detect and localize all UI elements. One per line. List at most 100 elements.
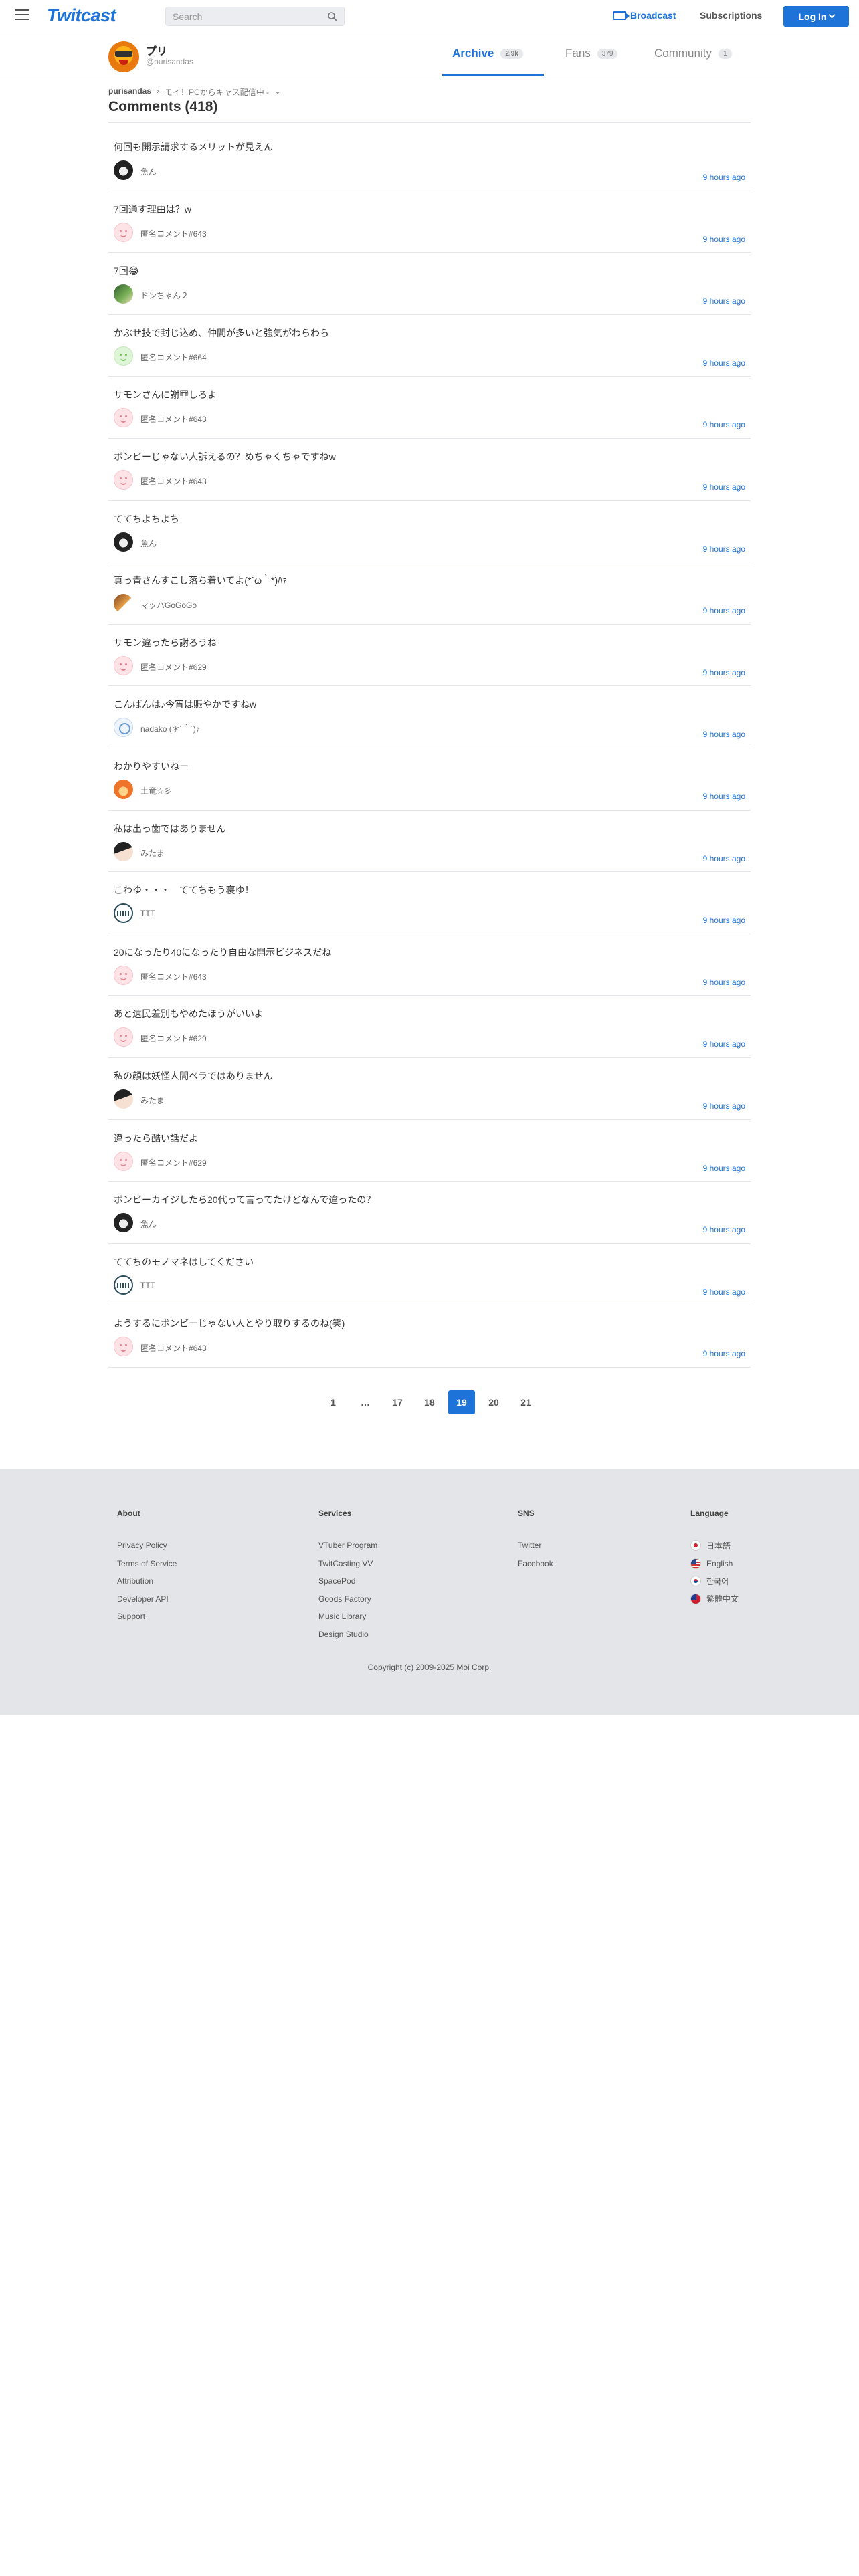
search-input[interactable]	[166, 7, 320, 25]
commenter-avatar[interactable]	[114, 1213, 133, 1233]
commenter-avatar[interactable]	[114, 903, 133, 924]
tab-archive[interactable]: Archive 2.9k	[452, 47, 523, 60]
page-link-20[interactable]: 20	[480, 1390, 507, 1414]
comment-timestamp[interactable]: 9 hours ago	[703, 420, 745, 429]
footer-link[interactable]: Goods Factory	[318, 1590, 377, 1608]
flag-us-icon	[690, 1558, 701, 1569]
twitcast-logo[interactable]: Twitcast	[47, 5, 116, 26]
commenter-avatar[interactable]	[114, 160, 133, 180]
login-button[interactable]: Log In	[783, 6, 849, 27]
commenter-name[interactable]: 匿名コメント#643	[140, 413, 207, 425]
commenter-avatar[interactable]	[114, 1337, 133, 1357]
commenter-name[interactable]: 魚ん	[140, 538, 157, 549]
profile-name[interactable]: プリ	[146, 42, 167, 58]
commenter-avatar[interactable]	[114, 594, 133, 614]
commenter-avatar[interactable]	[114, 346, 133, 366]
commenter-name[interactable]: ドンちゃん２	[140, 290, 189, 301]
commenter-name[interactable]: みたま	[140, 847, 165, 859]
breadcrumb-user[interactable]: purisandas	[108, 86, 151, 98]
comment-timestamp[interactable]: 9 hours ago	[703, 1225, 745, 1235]
page-link-21[interactable]: 21	[512, 1390, 539, 1414]
search-icon[interactable]	[327, 11, 338, 22]
commenter-avatar[interactable]	[114, 408, 133, 428]
commenter-avatar[interactable]	[114, 1089, 133, 1109]
tab-community[interactable]: Community 1	[654, 47, 732, 60]
commenter-name[interactable]: マッハGoGoGo	[140, 599, 197, 611]
commenter-name[interactable]: 魚ん	[140, 1218, 157, 1230]
commenter-name[interactable]: 匿名コメント#643	[140, 475, 207, 487]
language-jp[interactable]: 日本語	[690, 1537, 739, 1555]
comment-timestamp[interactable]: 9 hours ago	[703, 358, 745, 368]
commenter-avatar[interactable]	[114, 655, 133, 675]
page-link-19[interactable]: 19	[448, 1390, 475, 1414]
commenter-name[interactable]: 土竜☆彡	[140, 785, 172, 796]
footer-link[interactable]: Support	[117, 1608, 177, 1626]
page-link-17[interactable]: 17	[384, 1390, 411, 1414]
language-us[interactable]: English	[690, 1555, 739, 1573]
commenter-name[interactable]: 匿名コメント#629	[140, 1157, 207, 1168]
commenter-name[interactable]: 匿名コメント#643	[140, 228, 207, 239]
comment-timestamp[interactable]: 9 hours ago	[703, 173, 745, 182]
comment-timestamp[interactable]: 9 hours ago	[703, 1039, 745, 1049]
footer-link[interactable]: Music Library	[318, 1608, 377, 1626]
commenter-avatar[interactable]	[114, 532, 133, 552]
chevron-down-icon[interactable]: ⌄	[274, 86, 281, 98]
tab-fans[interactable]: Fans 379	[565, 47, 618, 60]
commenter-avatar[interactable]	[114, 469, 133, 490]
comment-timestamp[interactable]: 9 hours ago	[703, 916, 745, 925]
footer-link[interactable]: Attribution	[117, 1572, 177, 1590]
comment-timestamp[interactable]: 9 hours ago	[703, 296, 745, 306]
comment-timestamp[interactable]: 9 hours ago	[703, 544, 745, 554]
comment-timestamp[interactable]: 9 hours ago	[703, 668, 745, 677]
comment-timestamp[interactable]: 9 hours ago	[703, 1101, 745, 1111]
comment-timestamp[interactable]: 9 hours ago	[703, 1287, 745, 1297]
language-kr[interactable]: 한국어	[690, 1572, 739, 1590]
language-tw[interactable]: 繁體中文	[690, 1590, 739, 1608]
comment-timestamp[interactable]: 9 hours ago	[703, 482, 745, 492]
commenter-name[interactable]: 匿名コメント#664	[140, 352, 207, 363]
profile-avatar[interactable]	[108, 41, 139, 72]
footer-link[interactable]: Developer API	[117, 1590, 177, 1608]
comment-timestamp[interactable]: 9 hours ago	[703, 1349, 745, 1358]
commenter-name[interactable]: TTT	[140, 1281, 155, 1290]
commenter-name[interactable]: 匿名コメント#629	[140, 1033, 207, 1044]
commenter-name[interactable]: 匿名コメント#643	[140, 971, 207, 982]
page-link-18[interactable]: 18	[416, 1390, 443, 1414]
footer-link[interactable]: TwitCasting VV	[318, 1555, 377, 1573]
footer-link[interactable]: Facebook	[518, 1555, 553, 1573]
footer-link[interactable]: VTuber Program	[318, 1537, 377, 1555]
comment-timestamp[interactable]: 9 hours ago	[703, 730, 745, 739]
commenter-avatar[interactable]	[114, 284, 133, 304]
commenter-avatar[interactable]	[114, 1027, 133, 1047]
comment-timestamp[interactable]: 9 hours ago	[703, 854, 745, 863]
commenter-name[interactable]: 魚ん	[140, 166, 157, 177]
commenter-avatar[interactable]	[114, 1275, 133, 1295]
commenter-name[interactable]: TTT	[140, 909, 155, 918]
commenter-name[interactable]: みたま	[140, 1095, 165, 1106]
commenter-avatar[interactable]	[114, 222, 133, 242]
hamburger-icon[interactable]	[15, 9, 29, 21]
footer-link[interactable]: Twitter	[518, 1537, 553, 1555]
footer-link[interactable]: SpacePod	[318, 1572, 377, 1590]
subscriptions-link[interactable]: Subscriptions	[700, 10, 762, 21]
page-link-1[interactable]: 1	[320, 1390, 347, 1414]
commenter-avatar[interactable]	[114, 965, 133, 985]
commenter-name[interactable]: 匿名コメント#643	[140, 1342, 207, 1354]
broadcast-button[interactable]: Broadcast	[613, 10, 676, 21]
comment-timestamp[interactable]: 9 hours ago	[703, 1164, 745, 1173]
comment-timestamp[interactable]: 9 hours ago	[703, 606, 745, 615]
commenter-avatar[interactable]	[114, 1151, 133, 1171]
comment-timestamp[interactable]: 9 hours ago	[703, 235, 745, 244]
commenter-avatar[interactable]	[114, 779, 133, 799]
breadcrumb-movie[interactable]: モイ！PCからキャス配信中 -	[165, 86, 269, 98]
footer-link[interactable]: Design Studio	[318, 1626, 377, 1644]
commenter-name[interactable]: nadako (＊´｀´)♪	[140, 723, 200, 734]
comment-timestamp[interactable]: 9 hours ago	[703, 792, 745, 801]
footer-link[interactable]: Terms of Service	[117, 1555, 177, 1573]
footer-link[interactable]: Privacy Policy	[117, 1537, 177, 1555]
commenter-avatar[interactable]	[114, 841, 133, 861]
comment-row: 20になったり40になったり自由な開示ビジネスだね 匿名コメント#643 9 hou…	[108, 934, 751, 996]
comment-timestamp[interactable]: 9 hours ago	[703, 978, 745, 987]
commenter-name[interactable]: 匿名コメント#629	[140, 661, 207, 673]
commenter-avatar[interactable]	[114, 718, 133, 738]
